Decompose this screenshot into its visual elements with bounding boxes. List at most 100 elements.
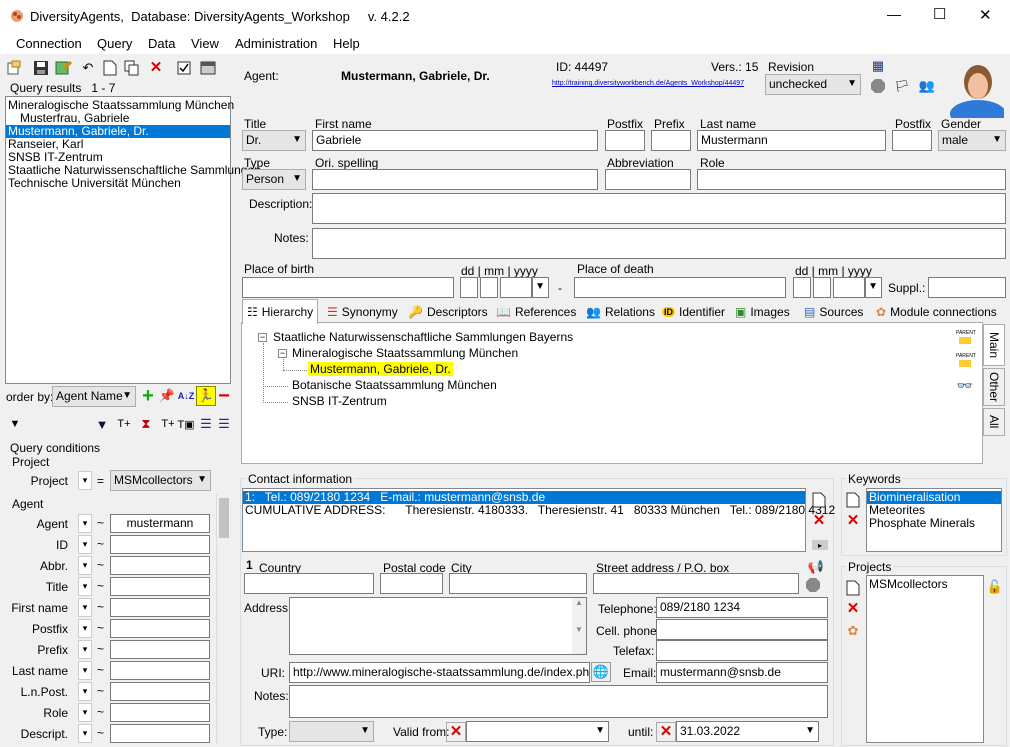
qc-op-dropdown[interactable]: ▾ [78,514,92,533]
birth-day-field[interactable] [460,277,478,298]
tab-hierarchy[interactable]: ☷ Hierarchy [242,299,319,324]
type-select[interactable]: Person ▼ [242,169,306,190]
grid-icon[interactable] [198,58,218,78]
qc-op-dropdown[interactable]: ▾ [78,682,92,701]
filter-edit-icon[interactable]: T+ [158,414,178,434]
address-field[interactable]: ▲ ▼ [289,597,587,655]
qc-op-dropdown[interactable]: ▾ [78,556,92,575]
copy-icon[interactable] [122,58,142,78]
contact-notes-field[interactable] [289,685,828,718]
qc-input[interactable] [110,724,210,743]
description-field[interactable] [312,193,1006,224]
query-conditions-scrollbar[interactable] [216,494,230,744]
menu-view[interactable]: View [191,36,219,51]
delete-keyword-icon[interactable]: ✕ [843,511,863,531]
collapse-icon[interactable]: − [278,349,287,358]
revision-select[interactable]: unchecked ▼ [765,74,861,95]
menu-query[interactable]: Query [97,36,132,51]
scroll-right-icon[interactable]: ▸ [812,540,828,550]
death-month-field[interactable] [813,277,831,298]
qc-input[interactable] [110,661,210,680]
list-view-icon[interactable]: ☰ [196,414,216,434]
new-project-icon[interactable] [843,578,863,598]
agent-url-link[interactable]: http://training.diversityworkbench.de/Ag… [552,80,744,87]
megaphone-icon[interactable]: 📢 [806,557,826,577]
tree-node-msm[interactable]: Mineralogische Staatssammlung München [292,346,518,360]
collapse-icon[interactable]: − [258,333,267,342]
tree-node-bsm[interactable]: Botanische Staatssammlung München [292,378,497,392]
flag-icon[interactable]: 🏳 [892,76,912,96]
postfix-field[interactable] [605,130,645,151]
last-name-field[interactable]: Mustermann [697,130,886,151]
telephone-field[interactable]: 089/2180 1234 [656,597,828,618]
qc-op-dropdown[interactable]: ▾ [78,598,92,617]
tab-references[interactable]: 📖 References [492,301,580,323]
birth-date-dropdown[interactable]: ▼ [532,277,549,298]
module-project-icon[interactable]: ✿ [843,621,863,641]
menu-data[interactable]: Data [148,36,175,51]
menu-administration[interactable]: Administration [235,36,317,51]
checkbox-icon[interactable] [174,58,194,78]
menu-connection[interactable]: Connection [16,36,82,51]
email-field[interactable]: mustermann@snsb.de [656,662,828,683]
new-document-icon[interactable] [100,58,120,78]
delete-contact-icon[interactable]: ✕ [809,511,829,531]
tree-node-selected[interactable]: Mustermann, Gabriele, Dr. [308,362,453,376]
globe-icon[interactable]: 🌐 [591,662,611,682]
tab-synonymy[interactable]: ☰ Synonymy [323,301,402,323]
minimize-icon[interactable]: — [887,6,901,22]
tab-relations[interactable]: 👥 Relations [582,301,659,323]
parent-up-icon[interactable]: PARENT [956,330,976,348]
qc-input[interactable] [110,535,210,554]
qc-input[interactable] [110,598,210,617]
qc-input[interactable] [110,556,210,575]
prefix-field[interactable] [651,130,691,151]
tab-module-connections[interactable]: ✿ Module connections [872,301,1001,323]
delete-project-icon[interactable]: ✕ [843,599,863,619]
save-all-icon[interactable] [54,58,74,78]
qc-op-dropdown[interactable]: ▾ [78,640,92,659]
sort-az-icon[interactable]: A↓Z [176,386,196,406]
filter-add-icon[interactable]: T+ [114,414,134,434]
cell-phone-field[interactable] [656,619,828,640]
tab-identifier[interactable]: ID Identifier [658,301,729,323]
parent-down-icon[interactable]: PARENT [956,353,976,371]
remove-icon[interactable]: − [214,385,234,407]
keyword-item[interactable]: Phosphate Minerals [867,517,1001,530]
tree-node-root[interactable]: Staatliche Naturwissenschaftliche Sammlu… [273,330,573,344]
notes-field[interactable] [312,228,1006,259]
qc-op-dropdown[interactable]: ▾ [78,661,92,680]
qc-op-dropdown[interactable]: ▾ [78,577,92,596]
ori-spelling-field[interactable] [312,169,598,190]
project-op-dropdown[interactable]: ▾ [78,471,92,490]
qc-input[interactable] [110,703,210,722]
clear-until-icon[interactable]: ✕ [656,722,676,742]
list-detail-icon[interactable]: ☰ [214,414,234,434]
stop-icon[interactable] [868,76,888,96]
new-contact-icon[interactable] [809,490,829,510]
binoculars-icon[interactable]: 👓 [955,376,975,396]
valid-from-field[interactable]: ▼ [466,721,609,742]
filter-icon[interactable]: ▼ [92,414,112,434]
new-keyword-icon[interactable] [843,490,863,510]
menu-help[interactable]: Help [333,36,360,51]
filter-lock-icon[interactable]: T▣ [176,414,196,434]
add-icon[interactable]: + [138,385,158,407]
death-year-field[interactable] [833,277,865,298]
gender-select[interactable]: male ▼ [938,130,1006,151]
table-view-icon[interactable]: ▦ [868,56,888,76]
qc-op-dropdown[interactable]: ▾ [78,703,92,722]
undo-icon[interactable]: ↶ [78,58,98,78]
order-by-select[interactable]: Agent Name ▼ [52,386,136,407]
side-tab-other[interactable]: Other [983,368,1005,406]
clear-valid-from-icon[interactable]: ✕ [446,722,466,742]
city-field[interactable] [449,573,587,594]
until-field[interactable]: 31.03.2022 ▼ [676,721,819,742]
suppl-field[interactable] [928,277,1006,298]
uri-field[interactable]: http://www.mineralogische-staatssammlung… [289,662,590,683]
telefax-field[interactable] [656,640,828,661]
birth-month-field[interactable] [480,277,498,298]
qc-input[interactable]: mustermann [110,514,210,533]
contact-type-select[interactable]: ▼ [289,721,374,742]
maximize-icon[interactable]: ☐ [933,5,946,23]
